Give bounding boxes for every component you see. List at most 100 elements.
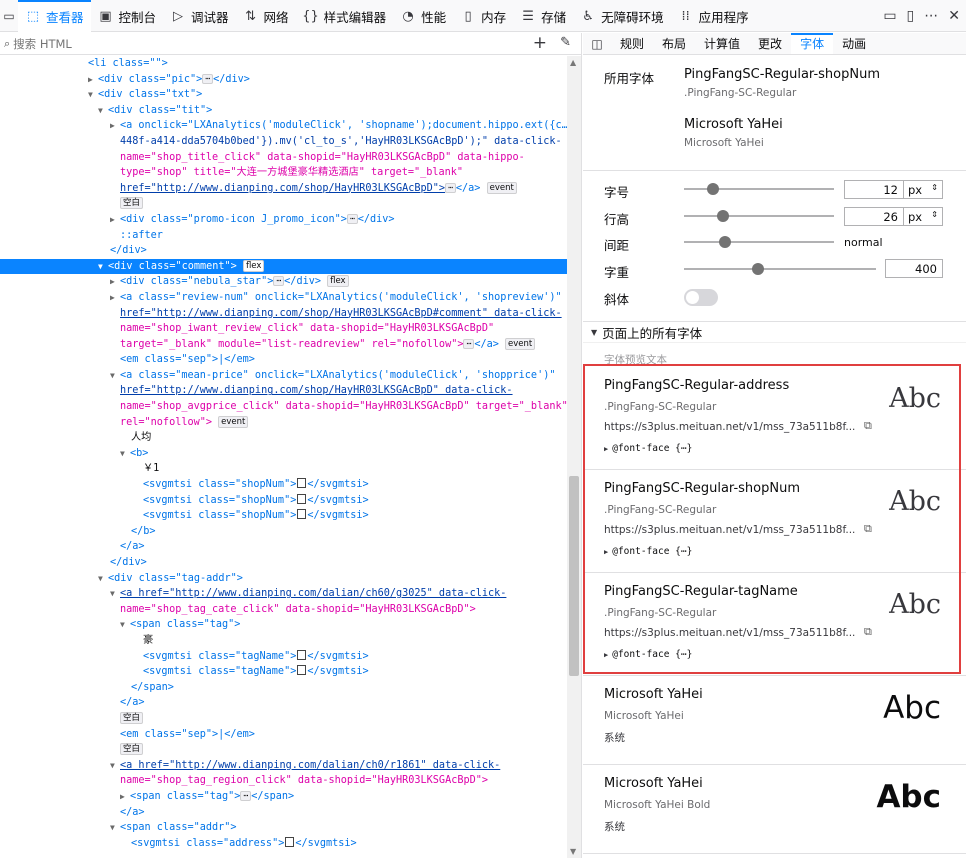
- tree-node[interactable]: </div>: [0, 555, 567, 571]
- tree-node[interactable]: ▼ <div class="txt">: [0, 87, 567, 103]
- tree-node: 448f-a414-dda5704b0bed'}).mv('cl_to_s','…: [120, 135, 562, 147]
- tree-node[interactable]: ▼ <div class="tit">: [0, 103, 567, 119]
- font-face-rule[interactable]: ▶ @font-face {⋯}: [604, 443, 692, 454]
- tree-node[interactable]: ￥1: [0, 461, 567, 477]
- tab-inspector[interactable]: ⬚ 查看器: [18, 0, 91, 32]
- tab-network[interactable]: ⇅ 网络: [236, 0, 296, 32]
- tree-node[interactable]: <svgmtsi class="shopNum"> </svgmtsi>: [0, 493, 567, 509]
- tree-node[interactable]: <li class="">: [0, 56, 567, 72]
- tab-changes[interactable]: 更改: [749, 33, 791, 54]
- tab-application[interactable]: ⁞⁞ 应用程序: [671, 0, 756, 32]
- tab-memory[interactable]: ▯ 内存: [453, 0, 513, 32]
- scroll-down-icon[interactable]: ▼: [570, 847, 576, 856]
- copy-icon[interactable]: ⧉: [864, 625, 872, 639]
- tree-node[interactable]: 豪: [0, 633, 567, 649]
- tab-console[interactable]: ▣ 控制台: [91, 0, 164, 32]
- tree-node[interactable]: ▼ <a href="http://www.dianping.com/dalian…: [0, 758, 567, 774]
- tab-performance[interactable]: ◔ 性能: [393, 0, 453, 32]
- copy-icon[interactable]: ⧉: [864, 522, 872, 536]
- tab-fonts[interactable]: 字体: [791, 33, 834, 54]
- tree-node[interactable]: </a>: [0, 539, 567, 555]
- tree-node[interactable]: ▼ <span class="tag">: [0, 617, 567, 633]
- tab-layout[interactable]: 布局: [653, 33, 695, 54]
- tree-node[interactable]: ▶ <div class="pic"> ⋯ </div>: [0, 72, 567, 88]
- tab-style-editor[interactable]: {} 样式编辑器: [296, 0, 394, 32]
- tab-accessibility[interactable]: ♿ 无障碍环境: [573, 0, 671, 32]
- tab-storage[interactable]: ☰ 存储: [513, 0, 573, 32]
- tab-rules[interactable]: 规则: [611, 33, 653, 54]
- tree-node[interactable]: ▶ <div class="nebula_star"> ⋯ </div> flex: [0, 274, 567, 290]
- responsive-mode-icon[interactable]: ▯: [907, 8, 915, 24]
- font-face-rule[interactable]: ▶ @font-face {⋯}: [604, 546, 692, 557]
- scrollbar-thumb[interactable]: [569, 476, 579, 676]
- add-node-icon[interactable]: +: [533, 33, 547, 54]
- selected-tree-node[interactable]: ▼ <div class="comment"> flex: [0, 258, 567, 275]
- font-size-slider[interactable]: [684, 183, 834, 195]
- tree-node[interactable]: ::after: [0, 228, 567, 244]
- tree-node[interactable]: <em class="sep">|</em>: [0, 727, 567, 743]
- tree-node[interactable]: <svgmtsi class="tagName"> </svgmtsi>: [0, 649, 567, 665]
- italic-toggle[interactable]: [684, 289, 718, 306]
- markup-scrollbar[interactable]: ▲ ▼: [567, 56, 581, 858]
- tree-node: rel="nofollow"> event: [0, 415, 567, 431]
- tab-debugger[interactable]: ▷ 调试器: [163, 0, 236, 32]
- tree-node[interactable]: ▼ <a class="mean-price" onclick="LXAnalyt…: [0, 368, 567, 384]
- line-height-unit-select[interactable]: px ⇕: [904, 207, 943, 226]
- font-face-rule[interactable]: ▶ @font-face {⋯}: [604, 649, 692, 660]
- font-weight-label: 字重: [604, 265, 630, 280]
- tree-node[interactable]: <svgmtsi class="shopNum"> </svgmtsi>: [0, 508, 567, 524]
- font-size-unit-select[interactable]: px ⇕: [904, 180, 943, 199]
- eyedropper-icon[interactable]: ✎: [560, 35, 571, 50]
- used-fonts-section: 所用字体 PingFangSC-Regular-shopNum .PingFan…: [583, 56, 966, 171]
- tree-node[interactable]: ▶ <a onclick="LXAnalytics('moduleClick', …: [0, 118, 567, 134]
- event-badge[interactable]: event: [218, 415, 249, 428]
- tree-node[interactable]: </b>: [0, 524, 567, 540]
- tree-node[interactable]: 人均: [0, 430, 567, 446]
- tree-node[interactable]: ▶ <div class="promo-icon J_promo_icon"> ⋯ <…: [0, 212, 567, 228]
- font-preview: Abc: [889, 383, 941, 414]
- line-height-input[interactable]: 26: [844, 207, 904, 226]
- tree-node[interactable]: ▼ <div class="tag-addr">: [0, 571, 567, 587]
- tree-node[interactable]: </a>: [0, 695, 567, 711]
- close-icon[interactable]: ✕: [948, 8, 960, 24]
- font-preview-text-input[interactable]: 字体预览文本: [604, 352, 667, 367]
- tree-node[interactable]: </span>: [0, 680, 567, 696]
- all-fonts-header[interactable]: ▼ 页面上的所有字体: [583, 323, 966, 343]
- tree-node[interactable]: ▼ <b>: [0, 446, 567, 462]
- tree-node[interactable]: </div>: [0, 243, 567, 259]
- toggle-sidebar-icon[interactable]: ◫: [583, 33, 611, 54]
- whitespace-badge: 空白: [120, 711, 144, 724]
- search-input[interactable]: [13, 36, 314, 51]
- tree-node[interactable]: ▶ <span class="tag"> ⋯ </span>: [0, 789, 567, 805]
- split-console-icon[interactable]: ▭: [883, 8, 896, 24]
- markup-tree: <li class=""> ▶ <div class="pic"> ⋯ </div> …: [0, 56, 567, 858]
- tree-node[interactable]: <svgmtsi class="address"> </svgmtsi>: [0, 836, 567, 852]
- tree-node[interactable]: ▼ <a href="http://www.dianping.com/dalian…: [0, 586, 567, 602]
- tree-node[interactable]: ▶ <a class="review-num" onclick="LXAnalyt…: [0, 290, 567, 306]
- letter-spacing-label: 间距: [604, 238, 630, 253]
- tree-node[interactable]: <svgmtsi class="shopNum"> </svgmtsi>: [0, 477, 567, 493]
- element-picker-icon[interactable]: ▭: [0, 0, 18, 31]
- tab-animations[interactable]: 动画: [833, 33, 875, 54]
- event-badge[interactable]: event: [486, 181, 517, 194]
- tree-node[interactable]: <em class="sep">|</em>: [0, 352, 567, 368]
- more-options-icon[interactable]: ⋯: [924, 8, 938, 24]
- font-size-input[interactable]: 12: [844, 180, 904, 199]
- line-height-slider[interactable]: [684, 210, 834, 222]
- event-badge[interactable]: event: [505, 337, 536, 350]
- performance-icon: ◔: [402, 8, 414, 24]
- whitespace-badge: 空白: [120, 197, 144, 210]
- expand-icon: ▶: [604, 548, 609, 556]
- memory-icon: ▯: [464, 8, 472, 24]
- tab-computed[interactable]: 计算值: [695, 33, 749, 54]
- tree-node[interactable]: </a>: [0, 805, 567, 821]
- tree-node[interactable]: <svgmtsi class="tagName"> </svgmtsi>: [0, 664, 567, 680]
- copy-icon[interactable]: ⧉: [864, 419, 872, 433]
- font-weight-slider[interactable]: [684, 263, 876, 275]
- scroll-up-icon[interactable]: ▲: [570, 58, 576, 67]
- flex-badge[interactable]: flex: [327, 275, 349, 288]
- letter-spacing-slider[interactable]: [684, 236, 834, 248]
- flex-badge[interactable]: flex: [242, 259, 265, 272]
- tree-node[interactable]: ▼ <span class="addr">: [0, 820, 567, 836]
- font-weight-input[interactable]: 400: [885, 259, 943, 278]
